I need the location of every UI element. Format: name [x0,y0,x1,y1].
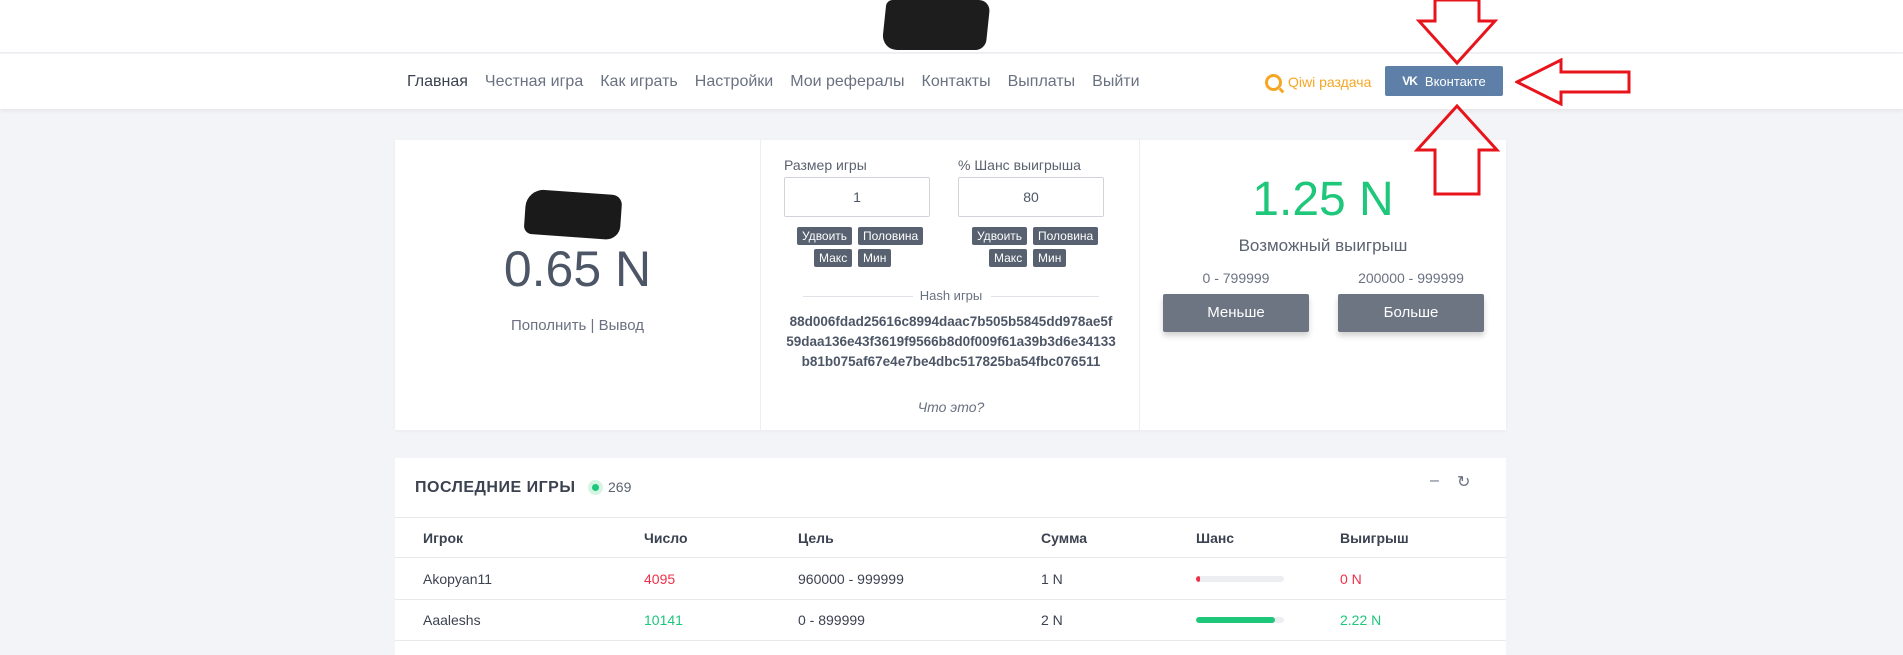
bet-more-button[interactable]: Больше [1338,294,1484,332]
nav-item-payouts[interactable]: Выплаты [1008,73,1076,91]
last-games-title: ПОСЛЕДНИЕ ИГРЫ [415,479,576,496]
balance-section: 0.65 N Пополнить | Вывод [395,140,760,430]
annotation-arrow-down-top [1416,0,1498,66]
column-win: Выигрыш [1340,530,1409,546]
refresh-icon[interactable]: ↻ [1457,472,1470,492]
chance-bar [1196,576,1284,582]
vk-login-button[interactable]: VK Вконтакте [1385,66,1503,96]
nav-item-logout[interactable]: Выйти [1092,73,1139,91]
chance-half-button[interactable]: Половина [1033,227,1099,245]
win-amount: 0 N [1340,571,1362,587]
balance-actions: Пополнить | Вывод [395,317,760,334]
game-panel: 0.65 N Пополнить | Вывод Размер игры 1 %… [395,140,1506,430]
target-range: 960000 - 999999 [798,571,904,587]
nav-item-contacts[interactable]: Контакты [922,73,991,91]
withdraw-link[interactable]: Вывод [599,317,644,334]
top-strip [0,0,1903,53]
column-chance: Шанс [1196,530,1235,546]
online-count: 269 [608,479,632,495]
online-dot-icon [588,479,603,495]
chance-bar [1196,617,1284,623]
qiwi-label: Qiwi раздача [1288,74,1372,90]
online-counter: 269 [588,479,631,495]
link-separator: | [590,317,595,334]
win-chance-input[interactable]: 80 [958,177,1104,217]
chance-bar-fill [1196,617,1276,623]
win-amount: 2.22 N [1340,612,1382,628]
range-high-label: 200000 - 999999 [1358,270,1464,286]
qiwi-icon [1265,73,1282,91]
last-games-panel: ПОСЛЕДНИЕ ИГРЫ 269 – ↻ Игрок Число Цель … [395,458,1506,655]
win-chance-label: % Шанс выигрыша [958,157,1081,173]
balance-amount: 0.65 N [503,241,652,297]
table-row: Aaaleshs 10141 0 - 899999 2 N 2.22 N [395,600,1506,641]
size-double-button[interactable]: Удвоить [797,227,853,245]
chance-double-button[interactable]: Удвоить [972,227,1028,245]
nav-item-fair-play[interactable]: Честная игра [485,73,583,91]
hash-help-link[interactable]: Что это? [761,399,1141,415]
annotation-arrow-up [1414,104,1500,196]
table-header: Игрок Число Цель Сумма Шанс Выигрыш [395,518,1506,558]
game-hash-value: 88d006fdad25616c8994daac7b505b5845dd978a… [786,314,1116,369]
possible-win-label: Возможный выигрыш [1238,236,1408,255]
size-min-button[interactable]: Мин [858,249,892,267]
rolled-number: 10141 [644,612,683,628]
column-target: Цель [798,530,834,546]
deposit-link[interactable]: Пополнить [511,317,586,334]
nav-item-referrals[interactable]: Мои рефералы [790,73,904,91]
bet-size-input[interactable]: 1 [784,177,930,217]
bet-settings-section: Размер игры 1 % Шанс выигрыша 80 Удвоить… [760,140,1140,430]
bet-sum: 2 N [1041,612,1063,628]
vk-icon: VK [1402,74,1418,88]
last-games-header: ПОСЛЕДНИЕ ИГРЫ 269 – ↻ [395,458,1506,518]
annotation-arrow-left [1515,58,1631,106]
target-range: 0 - 899999 [798,612,865,628]
chance-min-button[interactable]: Мин [1033,249,1067,267]
minus-icon[interactable]: – [1430,472,1439,490]
column-sum: Сумма [1041,530,1088,546]
size-max-button[interactable]: Макс [814,249,853,267]
redacted-avatar [523,188,623,241]
column-number: Число [644,530,688,546]
column-player: Игрок [423,530,464,546]
size-half-button[interactable]: Половина [858,227,924,245]
redacted-logo [881,0,991,50]
bet-sum: 1 N [1041,571,1063,587]
chance-bar-fill [1196,576,1200,582]
nav-item-settings[interactable]: Настройки [695,73,773,91]
qiwi-giveaway-link[interactable]: Qiwi раздача [1265,70,1371,94]
player-name: Aaaleshs [423,612,481,628]
hash-title: Hash игры [919,288,983,303]
bet-less-button[interactable]: Меньше [1163,294,1309,332]
vk-label: Вконтакте [1424,73,1486,89]
chance-max-button[interactable]: Макс [989,249,1028,267]
player-name: Akopyan11 [423,571,493,587]
rolled-number: 4095 [644,571,676,587]
nav-menu: Главная Честная игра Как играть Настройк… [407,54,1140,109]
nav-item-how-to-play[interactable]: Как играть [600,73,678,91]
bet-size-label: Размер игры [784,157,867,173]
nav-item-home[interactable]: Главная [407,73,468,91]
range-low-label: 0 - 799999 [1202,270,1270,286]
table-row: Akopyan11 4095 960000 - 999999 1 N 0 N [395,559,1506,600]
